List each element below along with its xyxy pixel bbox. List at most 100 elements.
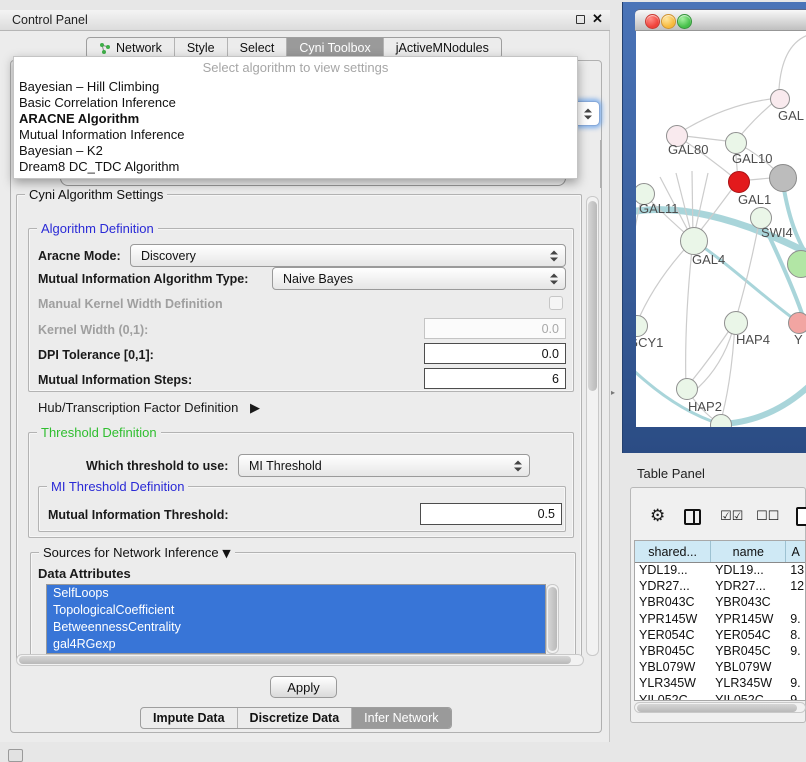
scrollbar-thumb[interactable] [588, 201, 597, 391]
cell: YDL19... [635, 563, 711, 579]
tab-style[interactable]: Style [175, 38, 228, 58]
network-node-gal-top[interactable] [770, 89, 790, 109]
list-item[interactable]: TopologicalCoefficient [47, 602, 545, 619]
cell [786, 595, 805, 611]
tab-cyni-toolbox-label: Cyni Toolbox [299, 41, 370, 55]
tab-jactivemnodules[interactable]: jActiveMNodules [384, 38, 501, 58]
table-row[interactable]: YLR345WYLR345W9. [635, 676, 805, 692]
splitter-handle-icon[interactable]: ▸ [611, 388, 615, 397]
tab-cyni-toolbox[interactable]: Cyni Toolbox [287, 38, 383, 58]
table-panel-title: Table Panel [637, 466, 705, 481]
tab-impute-data[interactable]: Impute Data [141, 708, 238, 728]
node-table[interactable]: shared... name A YDL19...YDL19...13 YDR2… [634, 540, 806, 701]
table-row[interactable]: YBL079WYBL079W [635, 660, 805, 676]
cell: YBL079W [711, 660, 786, 676]
settings-horizontal-scrollbar[interactable] [16, 654, 584, 666]
network-node-hap2[interactable] [676, 378, 698, 400]
new-table-icon[interactable] [796, 507, 806, 526]
cell: 12 [786, 579, 805, 595]
dpi-tolerance-label: DPI Tolerance [0,1]: [38, 348, 154, 362]
tab-discretize-data[interactable]: Discretize Data [238, 708, 353, 728]
table-row[interactable]: YBR045CYBR045C9. [635, 644, 805, 660]
cyni-bottom-tabbar: Impute Data Discretize Data Infer Networ… [140, 707, 452, 729]
dpi-tolerance-input[interactable] [424, 343, 566, 364]
cyni-algorithm-settings-title: Cyni Algorithm Settings [25, 187, 167, 202]
tab-select[interactable]: Select [228, 38, 288, 58]
mi-type-label: Mutual Information Algorithm Type: [38, 272, 248, 286]
which-threshold-combobox[interactable]: MI Threshold [238, 454, 530, 477]
select-all-checkboxes-icon[interactable]: ☑☑ [720, 509, 743, 524]
aracne-mode-combobox[interactable]: Discovery [130, 244, 566, 267]
attribute-list-scrollbar[interactable] [546, 584, 559, 654]
column-header-shared[interactable]: shared... [635, 541, 711, 562]
aracne-mode-value: Discovery [141, 249, 196, 263]
network-node-gray[interactable] [769, 164, 797, 192]
column-layout-icon[interactable] [684, 509, 701, 525]
window-close-button[interactable] [645, 14, 660, 29]
combo-arrows-icon [584, 108, 592, 119]
tab-network[interactable]: Network [87, 38, 175, 58]
float-panel-icon[interactable] [576, 15, 585, 24]
dropdown-item-highlighted[interactable]: ARACNE Algorithm [14, 111, 577, 127]
scrollbar-thumb[interactable] [19, 656, 571, 664]
table-row[interactable]: YDR27...YDR27...12 [635, 579, 805, 595]
node-label: HAP2 [688, 399, 722, 414]
combo-arrows-icon [550, 250, 558, 261]
which-threshold-label: Which threshold to use: [86, 459, 228, 473]
component-grid-icon[interactable] [8, 749, 23, 762]
scrollbar-thumb[interactable] [637, 704, 797, 712]
apply-button[interactable]: Apply [270, 676, 337, 698]
table-horizontal-scrollbar[interactable] [634, 702, 806, 713]
list-item[interactable]: BetweennessCentrality [47, 619, 545, 636]
network-canvas[interactable]: GAL GAL80 GAL10 GAL1 GAL11 SWI4 GAL4 GCY… [636, 31, 806, 427]
tab-discretize-label: Discretize Data [250, 711, 340, 725]
algorithm-dropdown-popup: Select algorithm to view settings Bayesi… [13, 56, 578, 179]
which-threshold-value: MI Threshold [249, 459, 322, 473]
scrollbar-thumb[interactable] [548, 587, 557, 651]
mi-threshold-input[interactable] [420, 503, 562, 525]
cell: 9. [786, 676, 805, 692]
dropdown-item[interactable]: Bayesian – K2 [14, 143, 577, 159]
dropdown-item[interactable]: Bayesian – Hill Climbing [14, 79, 577, 95]
manual-kernel-label: Manual Kernel Width Definition [38, 297, 223, 311]
table-row[interactable]: YPR145WYPR145W9. [635, 612, 805, 628]
list-item[interactable]: SelfLoops [47, 585, 545, 602]
network-window-titlebar[interactable] [635, 9, 806, 31]
deselect-all-checkboxes-icon[interactable]: ☐☐ [756, 509, 779, 524]
list-item[interactable]: gal4RGexp [47, 636, 545, 653]
settings-vertical-scrollbar[interactable] [586, 196, 599, 656]
network-node-gal1[interactable] [728, 171, 750, 193]
network-node-salmon[interactable] [788, 312, 806, 334]
column-header-name[interactable]: name [711, 541, 786, 562]
node-label: GAL1 [738, 192, 771, 207]
dropdown-item[interactable]: Basic Correlation Inference [14, 95, 577, 111]
mi-type-combobox[interactable]: Naive Bayes [272, 267, 566, 290]
dropdown-item[interactable]: Mutual Information Inference [14, 127, 577, 143]
column-header-partial[interactable]: A [786, 541, 805, 562]
table-row[interactable]: YDL19...YDL19...13 [635, 563, 805, 579]
algorithm-definition-title: Algorithm Definition [37, 221, 158, 236]
hub-definition-label: Hub/Transcription Factor Definition [38, 400, 238, 415]
manual-kernel-checkbox[interactable] [549, 296, 563, 310]
mi-steps-input[interactable] [424, 368, 566, 389]
cell: YER054C [635, 628, 711, 644]
data-attributes-list[interactable]: SelfLoops TopologicalCoefficient Between… [46, 584, 546, 654]
tab-infer-network[interactable]: Infer Network [352, 708, 450, 728]
table-row[interactable]: YIL052CYIL052C9. [635, 693, 805, 702]
cell: YPR145W [635, 612, 711, 628]
hub-definition-header[interactable]: Hub/Transcription Factor Definition ▶ [38, 400, 260, 416]
kernel-width-input[interactable] [424, 318, 566, 339]
window-minimize-button[interactable] [661, 14, 676, 29]
close-panel-icon[interactable]: ✕ [592, 11, 603, 27]
dropdown-item[interactable]: Dream8 DC_TDC Algorithm [14, 159, 577, 175]
gear-icon[interactable]: ⚙ [650, 506, 665, 526]
algorithm-combobox-fragment[interactable] [578, 101, 600, 126]
table-row[interactable]: YER054CYER054C8. [635, 628, 805, 644]
window-zoom-button[interactable] [677, 14, 692, 29]
data-attributes-label: Data Attributes [38, 566, 131, 581]
table-row[interactable]: YBR043CYBR043C [635, 595, 805, 611]
network-node-gal4[interactable] [680, 227, 708, 255]
mi-type-value: Naive Bayes [283, 272, 353, 286]
group-border-fragment [600, 140, 601, 188]
cell: 9. [786, 644, 805, 660]
